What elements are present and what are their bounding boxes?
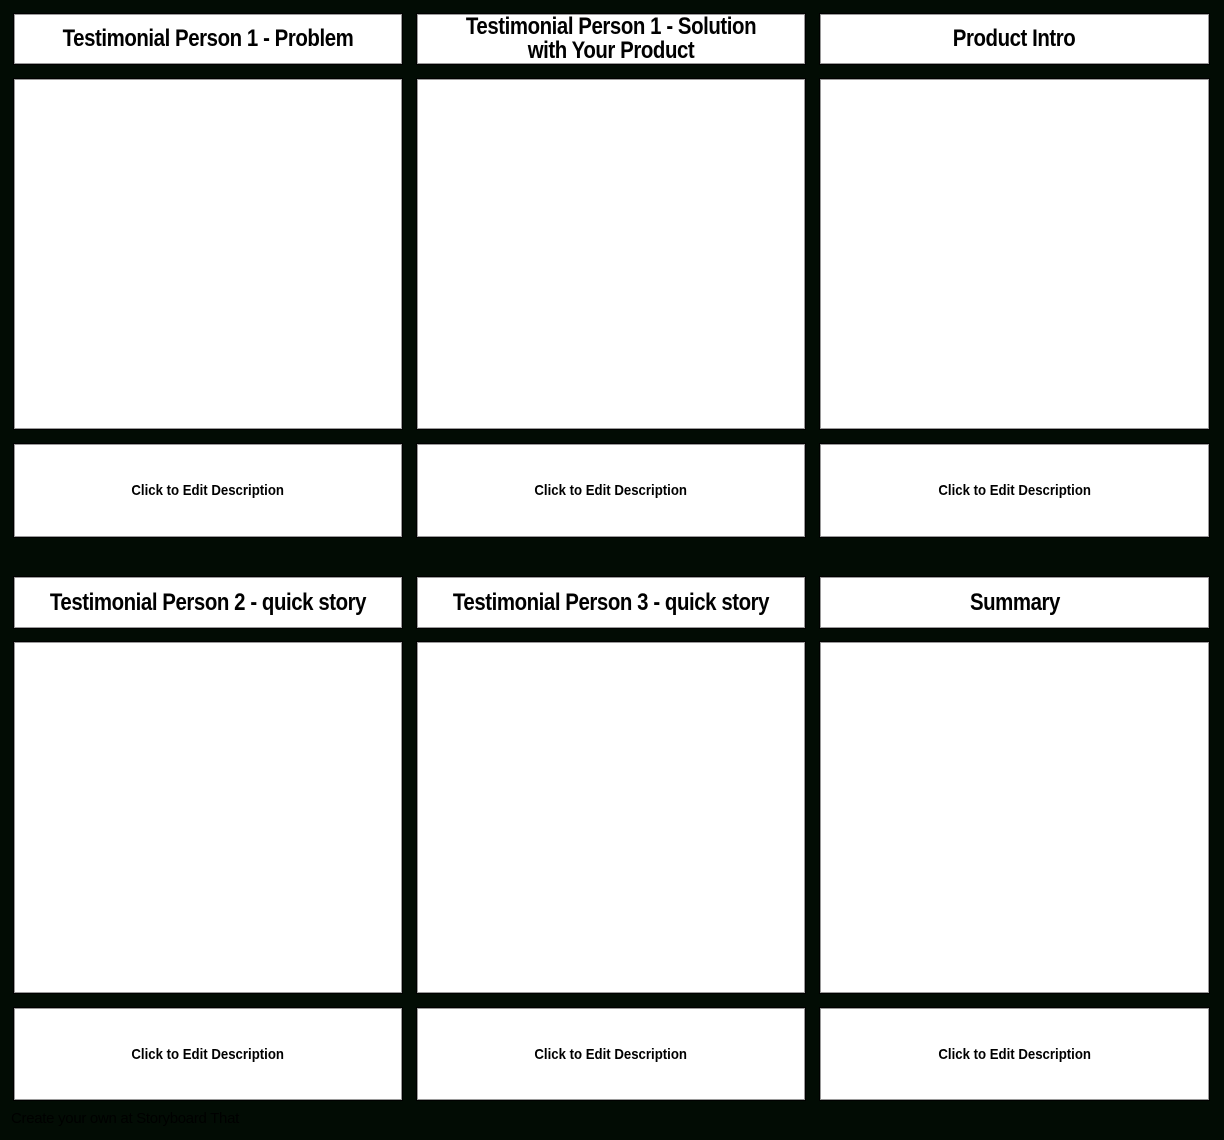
description-box[interactable]: Click to Edit Description bbox=[820, 444, 1209, 537]
cell-title: Testimonial Person 3 - quick story bbox=[452, 588, 770, 616]
description-text: Click to Edit Description bbox=[534, 482, 688, 499]
cell-title-box[interactable]: Testimonial Person 3 - quick story bbox=[417, 577, 805, 628]
cell-title-box[interactable]: Testimonial Person 1 - Solution with You… bbox=[417, 14, 805, 64]
description-box[interactable]: Click to Edit Description bbox=[417, 1008, 805, 1100]
description-text: Click to Edit Description bbox=[131, 482, 285, 499]
cell-title: Testimonial Person 1 - Solution with You… bbox=[465, 13, 757, 64]
scene-image-area[interactable] bbox=[417, 79, 805, 429]
description-box[interactable]: Click to Edit Description bbox=[820, 1008, 1209, 1100]
cell-title-box[interactable]: Summary bbox=[820, 577, 1209, 628]
description-text: Click to Edit Description bbox=[938, 1045, 1091, 1063]
cell-title: Testimonial Person 1 - Problem bbox=[62, 25, 354, 52]
scene-image-area[interactable] bbox=[820, 642, 1209, 993]
cell-title-box[interactable]: Testimonial Person 1 - Problem bbox=[14, 14, 402, 64]
description-box[interactable]: Click to Edit Description bbox=[14, 444, 402, 537]
cell-title: Product Intro bbox=[953, 25, 1076, 52]
cell-title-box[interactable]: Testimonial Person 2 - quick story bbox=[14, 577, 402, 628]
scene-image-area[interactable] bbox=[14, 642, 402, 993]
scene-image-area[interactable] bbox=[820, 79, 1209, 429]
scene-image-area[interactable] bbox=[417, 642, 805, 993]
cell-title: Summary bbox=[969, 588, 1060, 616]
description-text: Click to Edit Description bbox=[534, 1045, 688, 1063]
description-text: Click to Edit Description bbox=[938, 482, 1091, 499]
scene-image-area[interactable] bbox=[14, 79, 402, 429]
cell-title: Testimonial Person 2 - quick story bbox=[49, 588, 367, 616]
cell-title-box[interactable]: Product Intro bbox=[820, 14, 1209, 64]
description-text: Click to Edit Description bbox=[131, 1045, 285, 1063]
footer-credit-link[interactable]: Create your own at Storyboard That bbox=[11, 1110, 239, 1127]
description-box[interactable]: Click to Edit Description bbox=[14, 1008, 402, 1100]
description-box[interactable]: Click to Edit Description bbox=[417, 444, 805, 537]
